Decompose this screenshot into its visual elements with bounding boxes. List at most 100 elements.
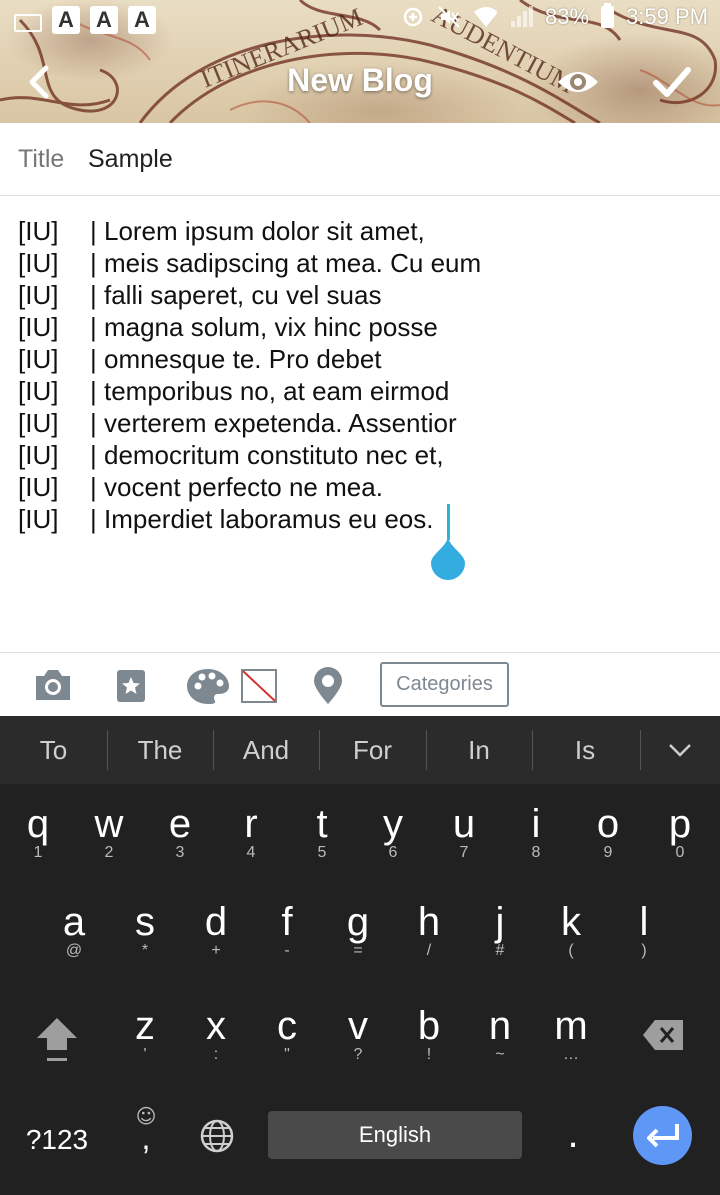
suggestion-item[interactable]: Is: [532, 716, 638, 784]
key-m[interactable]: m…: [536, 986, 606, 1076]
key-t[interactable]: t5: [287, 784, 357, 874]
key-c[interactable]: c ": [252, 986, 322, 1076]
language-key[interactable]: [182, 1096, 252, 1186]
key-o[interactable]: o9: [573, 784, 643, 874]
key-s[interactable]: s *: [110, 884, 180, 974]
battery-percent: 83%: [545, 4, 590, 29]
data-saver-icon: [401, 5, 425, 29]
line-tag: [IU]: [18, 408, 59, 438]
content-line: [IU] | magna solum, vix hinc posse: [18, 312, 708, 344]
key-r[interactable]: r4: [216, 784, 286, 874]
comma-label: ,: [141, 1120, 151, 1156]
key-b[interactable]: b!: [394, 986, 464, 1076]
period-key[interactable]: .: [538, 1096, 608, 1186]
bookmark-star-icon: [117, 670, 145, 702]
line-tag: [IU]: [18, 376, 59, 406]
title-field-row[interactable]: Title Sample: [0, 123, 720, 196]
line-text: | meis sadipscing at mea. Cu eum: [90, 248, 482, 278]
theme-color-button[interactable]: [186, 667, 230, 709]
line-text: | democritum constituto nec et,: [90, 440, 444, 470]
title-input[interactable]: Sample: [88, 145, 173, 174]
app-notification-icon: A: [90, 6, 118, 34]
app-header: ITINERARIUM AUDENTIUM A A A 83% 3:59 PM …: [0, 0, 720, 123]
preview-button[interactable]: [556, 64, 600, 100]
editor-toolbar: Categories: [0, 652, 720, 717]
line-text: | Imperdiet laboramus eu eos.: [90, 504, 434, 534]
key-l[interactable]: l): [609, 884, 679, 974]
key-j[interactable]: j #: [465, 884, 535, 974]
backspace-icon: [643, 1020, 683, 1050]
line-tag: [IU]: [18, 344, 59, 374]
line-text: | vocent perfecto ne mea.: [90, 472, 383, 502]
categories-button[interactable]: Categories: [380, 662, 509, 707]
key-n[interactable]: n ~: [465, 986, 535, 1076]
wifi-icon: [473, 5, 498, 29]
line-text: | Lorem ipsum dolor sit amet,: [90, 216, 425, 246]
line-tag: [IU]: [18, 312, 59, 342]
line-tag: [IU]: [18, 472, 59, 502]
key-q[interactable]: q1: [3, 784, 73, 874]
title-label: Title: [18, 145, 65, 173]
chevron-down-icon: [669, 744, 691, 757]
line-text: | falli saperet, cu vel suas: [90, 280, 382, 310]
key-k[interactable]: k(: [536, 884, 606, 974]
suggestion-item[interactable]: For: [319, 716, 426, 784]
line-text: | temporibus no, at eam eirmod: [90, 376, 450, 406]
add-location-button[interactable]: [312, 667, 344, 709]
line-tag: [IU]: [18, 504, 59, 534]
space-bar[interactable]: English: [268, 1111, 522, 1159]
key-d[interactable]: d +: [181, 884, 251, 974]
app-notification-icon: A: [52, 6, 80, 34]
add-sticker-button[interactable]: [116, 667, 146, 707]
suggestion-item[interactable]: In: [426, 716, 532, 784]
notification-icons: A A A: [14, 6, 156, 34]
key-v[interactable]: v?: [323, 986, 393, 1076]
key-w[interactable]: w2: [74, 784, 144, 874]
content-line: [IU] | temporibus no, at eam eirmod: [18, 376, 708, 408]
add-photo-button[interactable]: [34, 667, 72, 707]
clock: 3:59 PM: [626, 4, 708, 29]
key-y[interactable]: y6: [358, 784, 428, 874]
content-line: [IU] | Lorem ipsum dolor sit amet,: [18, 216, 708, 248]
shift-key[interactable]: [22, 988, 92, 1078]
backspace-key[interactable]: [628, 988, 698, 1078]
key-u[interactable]: u7: [429, 784, 499, 874]
symbols-key[interactable]: ?123: [18, 1096, 96, 1186]
content-line: [IU] | meis sadipscing at mea. Cu eum: [18, 248, 708, 280]
post-content-editor[interactable]: [IU] | Lorem ipsum dolor sit amet, [IU] | …: [18, 216, 708, 536]
key-x[interactable]: x:: [181, 986, 251, 1076]
key-z[interactable]: z ': [110, 986, 180, 1076]
key-e[interactable]: e3: [145, 784, 215, 874]
content-line: [IU] | democritum constituto nec et,: [18, 440, 708, 472]
key-p[interactable]: p0: [645, 784, 715, 874]
key-g[interactable]: g =: [323, 884, 393, 974]
key-h[interactable]: h /: [394, 884, 464, 974]
suggestion-item[interactable]: And: [213, 716, 319, 784]
suggestion-item[interactable]: The: [107, 716, 213, 784]
suggestion-item[interactable]: To: [0, 716, 107, 784]
app-notification-icon: A: [128, 6, 156, 34]
cursor-handle-icon: [431, 536, 465, 580]
content-line: [IU] | falli saperet, cu vel suas: [18, 280, 708, 312]
enter-key[interactable]: [633, 1106, 692, 1165]
key-a[interactable]: a @: [39, 884, 109, 974]
expand-suggestions-button[interactable]: [640, 716, 720, 784]
mute-icon: [437, 5, 461, 29]
page-title: New Blog: [287, 62, 433, 98]
line-tag: [IU]: [18, 280, 59, 310]
eye-icon: [558, 72, 598, 92]
text-color-button[interactable]: [241, 669, 277, 707]
cursor-handle[interactable]: [429, 534, 467, 580]
palette-icon: [187, 669, 229, 704]
key-f[interactable]: f-: [252, 884, 322, 974]
comma-emoji-key[interactable]: ☺ ,: [112, 1096, 180, 1186]
line-tag: [IU]: [18, 216, 59, 246]
publish-button[interactable]: [652, 62, 692, 102]
soft-keyboard: To The And For In Is q1 w2 e3 r4 t5 y6 u…: [0, 716, 720, 1195]
line-tag: [IU]: [18, 248, 59, 278]
shift-arrow-icon: [37, 1018, 77, 1061]
key-i[interactable]: i8: [501, 784, 571, 874]
location-pin-icon: [314, 667, 342, 704]
enter-arrow-icon: [646, 1123, 679, 1147]
suggestion-strip: To The And For In Is: [0, 716, 720, 784]
